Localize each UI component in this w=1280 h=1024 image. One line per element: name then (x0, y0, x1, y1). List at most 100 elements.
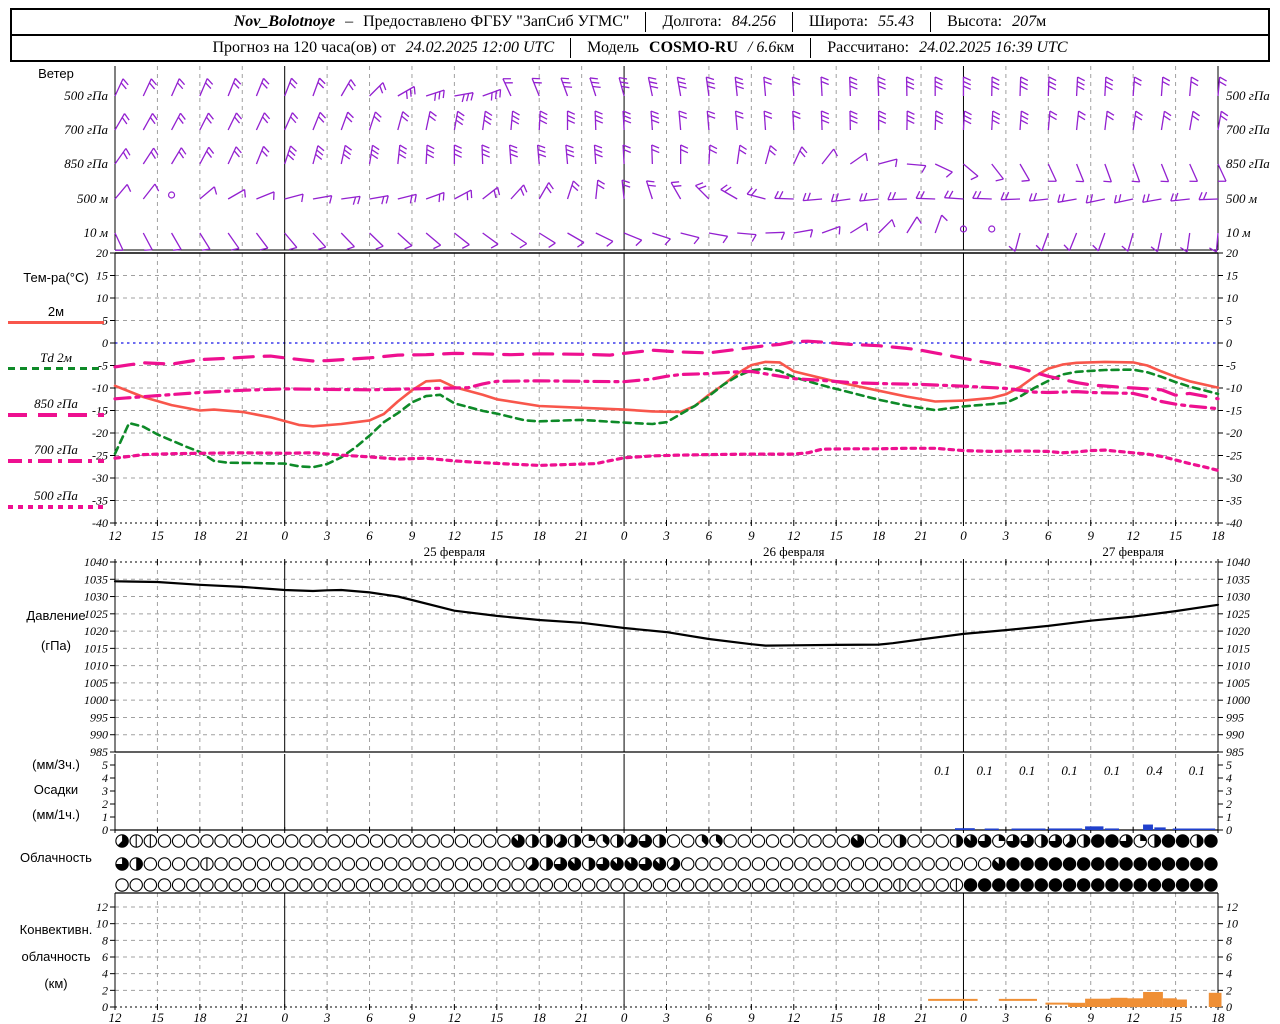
hour-label: 3 (662, 1010, 670, 1024)
wind-barb-feather (934, 76, 943, 81)
cloud-okta-wedge (546, 857, 553, 871)
cloud-okta-circle (779, 857, 794, 871)
wind-barb-shaft (397, 111, 404, 131)
hour-label: 18 (872, 528, 886, 543)
wind-barb-feather (680, 148, 689, 154)
wind-barb-shaft (397, 193, 417, 200)
wind-barb-feather (409, 88, 412, 97)
wind-barb-shaft (1075, 163, 1085, 182)
wind-barb-feather (780, 232, 786, 240)
wind-barb-shaft (774, 197, 794, 200)
wind-barb-feather (809, 229, 814, 238)
wind-barb-feather (849, 76, 858, 81)
cloud-okta-circle (1175, 878, 1190, 892)
wind-barb-feather (428, 115, 436, 122)
cloud-okta-circle (709, 878, 723, 892)
wind-barb-feather (1020, 114, 1029, 120)
wind-barb-shaft (312, 77, 321, 97)
wind-barb-shaft (397, 232, 413, 247)
hour-label: 0 (621, 1010, 628, 1024)
cloud-okta-circle (186, 834, 200, 848)
wind-barb-feather (878, 110, 887, 115)
wind-barb-shaft (114, 113, 126, 131)
wind-barb-shaft (538, 232, 556, 244)
wind-barb-feather (849, 85, 858, 90)
cloud-okta-circle (1034, 878, 1048, 892)
cloud-okta-circle (1204, 878, 1218, 892)
wind-barb-feather (262, 116, 269, 124)
temp-tick-label-right: 5 (1226, 314, 1232, 328)
wind-barb-feather (1078, 110, 1086, 116)
pressure-tick-label-left: 1005 (84, 676, 108, 690)
wind-row-label-left: 850 гПа (64, 156, 108, 171)
cloud-okta-wedge (899, 834, 907, 848)
wind-barb-feather (150, 151, 157, 159)
precip-3h-value: 0.1 (934, 763, 950, 778)
wind-barb-feather (567, 119, 576, 124)
wind-barb-shaft (255, 232, 269, 249)
hour-label: 9 (409, 528, 416, 543)
wind-barb-feather (510, 153, 518, 158)
precip-tick-label-right: 5 (1226, 758, 1232, 772)
hour-label: 12 (448, 528, 462, 543)
precip-bar (954, 828, 975, 830)
cloud-okta-circle (1133, 878, 1147, 892)
wind-barb-feather (177, 116, 184, 124)
wind-barb-feather (906, 110, 915, 116)
wind-barb-feather (678, 85, 687, 89)
wind-barb-shaft (199, 146, 210, 165)
wind-barb-feather (1008, 245, 1016, 252)
wind-barb-feather (371, 149, 379, 155)
cloud-okta-circle (935, 878, 949, 892)
cloud-okta-circle (454, 834, 469, 848)
temperature-legend: Тем-ра(°C) 2м Td 2м 850 гПа 700 гПа 500 гПа (2, 268, 110, 524)
hour-label: 3 (1002, 1010, 1010, 1024)
hour-label: 6 (706, 528, 713, 543)
wind-barb-feather (1133, 80, 1142, 86)
cloud-okta-circle (596, 878, 610, 892)
precip-3h-value: 0.1 (1061, 763, 1077, 778)
cloud-okta-circle (850, 857, 865, 871)
conv-tick-label-left: 12 (96, 900, 108, 914)
wind-barb-feather (317, 81, 325, 89)
cloud-okta-circle (1020, 857, 1034, 871)
cloud-okta-circle (341, 857, 356, 871)
wind-barb-feather (799, 150, 806, 158)
wind-barb-shaft (227, 146, 237, 165)
wind-barb-feather (566, 153, 575, 158)
wind-barb-feather (1190, 80, 1199, 87)
wind-barb-feather (176, 82, 184, 90)
wind-barb-shaft (341, 195, 361, 200)
wind-barb-feather (878, 114, 887, 120)
pressure-panel-unit: (гПа) (41, 638, 71, 653)
pressure-tick-label-right: 1005 (1226, 676, 1250, 690)
wind-barb-shaft (1127, 232, 1134, 252)
wind-barb-feather (291, 112, 299, 120)
cloud-okta-circle (186, 878, 200, 892)
cloud-okta-circle (822, 857, 836, 871)
hour-label: 9 (1087, 1010, 1094, 1024)
wind-barb-feather (698, 185, 707, 190)
wind-barb-shaft (1057, 198, 1077, 203)
wind-barb-feather (454, 153, 462, 158)
cloud-okta-circle (355, 878, 370, 892)
cloud-okta-wedge (1083, 834, 1090, 848)
wind-barb-feather (126, 184, 132, 192)
wind-barb-feather (595, 119, 604, 124)
cloud-okta-circle (751, 834, 766, 848)
cloud-okta-circle (129, 878, 143, 892)
wind-barb-feather (1048, 85, 1057, 91)
wind-barb-feather (877, 80, 886, 86)
conv-cloud-bar (1085, 998, 1111, 1007)
temp-tick-label-right: -40 (1226, 516, 1242, 530)
wind-barb-feather (707, 85, 716, 90)
wind-barb-feather (934, 80, 943, 86)
cloud-okta-circle (369, 834, 384, 848)
wind-barb-shaft (502, 78, 512, 97)
wind-barb-feather (343, 149, 352, 156)
hour-label: 18 (193, 1010, 207, 1024)
wind-barb-feather (470, 92, 474, 101)
wind-barb-shaft (227, 78, 236, 97)
cloud-okta-circle (1048, 857, 1063, 871)
cloud-okta-circle (723, 878, 737, 892)
